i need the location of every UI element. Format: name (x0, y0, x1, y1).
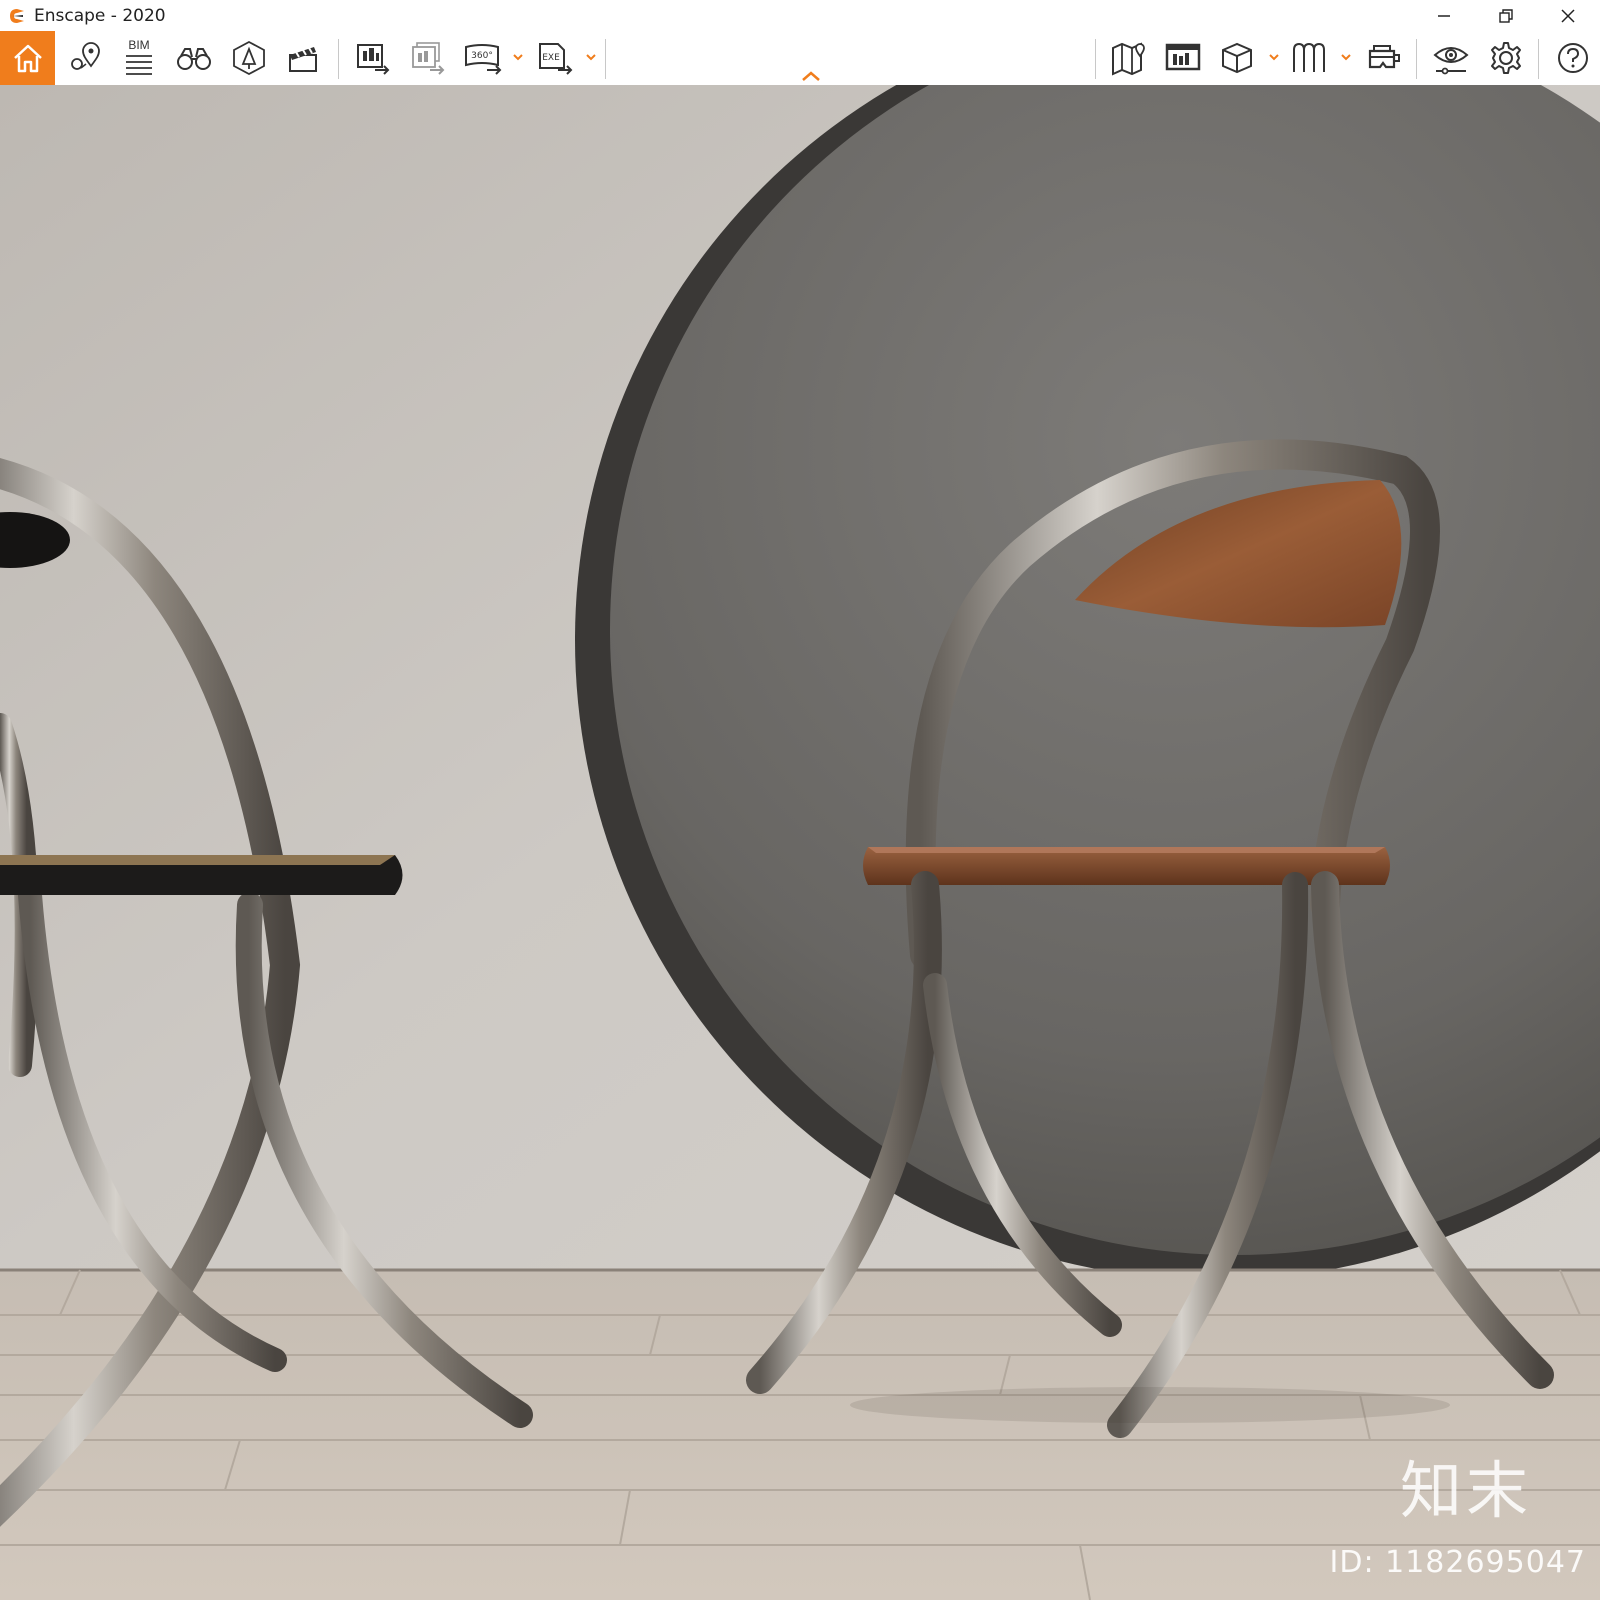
batch-render-icon (412, 42, 445, 75)
toolbar-separator (605, 39, 606, 79)
minimize-icon (1438, 14, 1450, 17)
panorama-dropdown-chevron-icon[interactable] (512, 51, 524, 63)
settings-button[interactable] (1481, 31, 1531, 85)
panorama-label: 360° (471, 51, 493, 61)
vr-button[interactable] (1284, 31, 1334, 85)
cube-dropdown-chevron-icon[interactable] (1268, 51, 1280, 63)
panorama-icon: 360° (465, 44, 502, 75)
title-bar: Enscape - 2020 (0, 0, 1600, 31)
gear-icon (1491, 42, 1521, 74)
close-button[interactable] (1537, 0, 1599, 31)
watermark-id: ID: 1182695047 (1329, 1545, 1586, 1580)
asset-library-button[interactable] (224, 31, 274, 85)
toolbar-separator (1095, 39, 1096, 79)
render-scene (0, 85, 1600, 1600)
bim-list-icon (126, 55, 152, 75)
render-image-button[interactable] (348, 31, 398, 85)
watermark-logo: 知末 (1399, 1454, 1532, 1527)
location-pin-icon (71, 42, 100, 70)
material-editor-button[interactable] (1158, 31, 1208, 85)
window-title: Enscape - 2020 (34, 5, 166, 26)
eye-icon (1433, 47, 1469, 75)
cube-icon (1222, 42, 1252, 74)
help-icon (1558, 43, 1588, 73)
clapperboard-icon (289, 47, 317, 72)
asset-library-icon (233, 40, 265, 76)
render-viewport[interactable]: 知末 ID: 1182695047 (0, 85, 1600, 1600)
bim-label: BIM (128, 38, 150, 52)
restore-button[interactable] (1475, 0, 1537, 31)
panorama-button[interactable]: 360° (458, 31, 508, 85)
exe-export-icon: EXE (539, 43, 573, 75)
map-button[interactable] (1104, 31, 1154, 85)
cube-button[interactable] (1212, 31, 1262, 85)
headset-icon (1368, 45, 1400, 69)
close-icon (1561, 8, 1575, 23)
batch-render-button[interactable] (403, 31, 453, 85)
binoculars-button[interactable] (169, 31, 219, 85)
video-editor-button[interactable] (278, 31, 328, 85)
restore-icon (1499, 8, 1513, 23)
toolbar-separator (1538, 39, 1539, 79)
exe-dropdown-chevron-icon[interactable] (585, 51, 597, 63)
home-icon (13, 44, 42, 73)
material-editor-icon (1165, 43, 1201, 71)
bim-button[interactable]: BIM (114, 31, 164, 85)
minimize-button[interactable] (1413, 0, 1475, 31)
binoculars-icon (177, 48, 211, 70)
exe-label: EXE (542, 53, 560, 63)
toolbar-separator (1416, 39, 1417, 79)
home-button[interactable] (0, 31, 55, 85)
views-button[interactable] (60, 31, 110, 85)
collapse-toolbar-chevron-icon[interactable] (799, 68, 823, 84)
help-button[interactable] (1548, 31, 1598, 85)
exe-export-button[interactable]: EXE (530, 31, 580, 85)
visual-settings-button[interactable] (1426, 31, 1476, 85)
vr-icon (1293, 42, 1325, 72)
render-image-icon (357, 44, 390, 75)
headset-button[interactable] (1358, 31, 1408, 85)
enscape-logo-icon (6, 5, 28, 27)
vr-dropdown-chevron-icon[interactable] (1340, 51, 1352, 63)
toolbar-separator (338, 39, 339, 79)
map-icon (1112, 42, 1145, 76)
